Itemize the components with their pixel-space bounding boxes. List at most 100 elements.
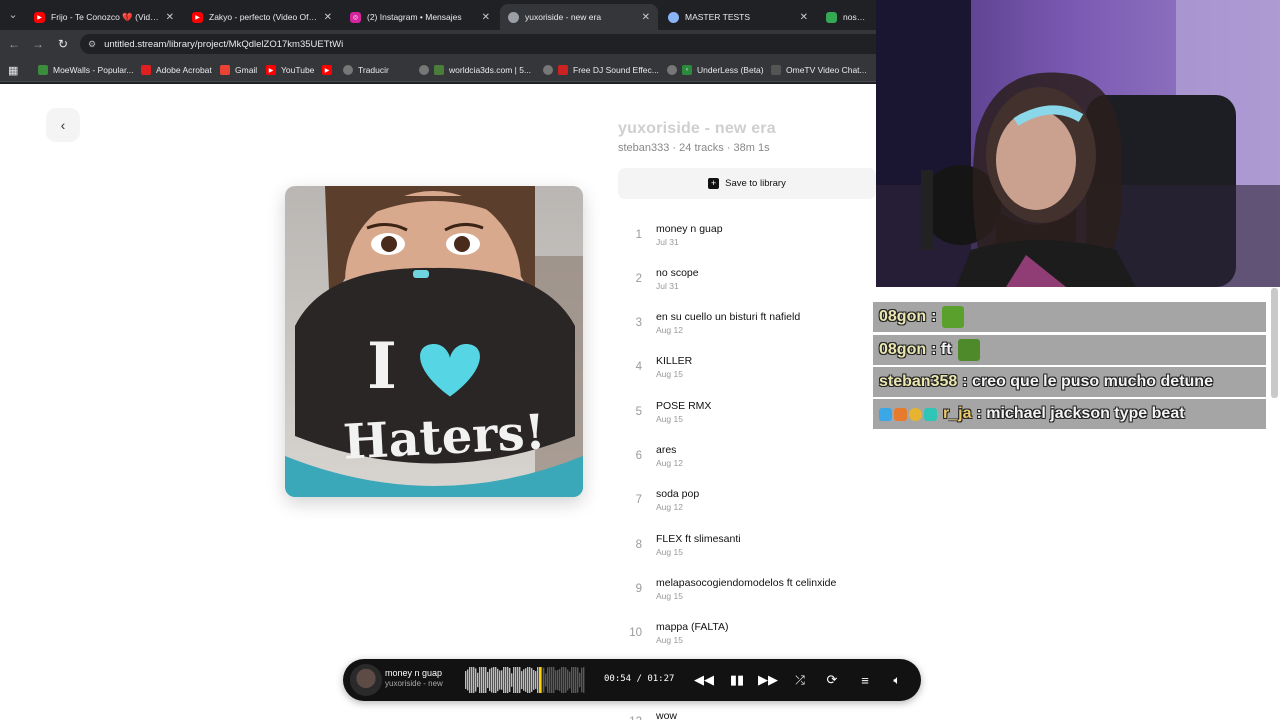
tab-zakyo[interactable]: ▶ Zakyo - perfecto (Video Oficial ✕ bbox=[184, 4, 340, 30]
tab-strip: ⌄ ▶ Frijo - Te Conozco 💔 (Video O ✕ ▶ Za… bbox=[0, 0, 876, 30]
waveform-bar bbox=[473, 667, 475, 693]
bookmark-free-dj[interactable]: Free DJ Sound Effec... bbox=[543, 63, 659, 77]
youtube-favicon-icon: ▶ bbox=[34, 11, 45, 23]
track-number: 2 bbox=[635, 273, 642, 285]
waveform-bar bbox=[561, 667, 563, 693]
bookmark-ometv[interactable]: OmeTV Video Chat... bbox=[771, 63, 867, 77]
chevron-left-icon: ‹ bbox=[60, 117, 66, 133]
track-number: 1 bbox=[635, 229, 642, 241]
waveform-bar bbox=[477, 672, 479, 688]
waveform-bar bbox=[525, 668, 527, 692]
bookmark-youtube[interactable]: ▶ YouTube bbox=[266, 63, 314, 77]
track-date: Jul 31 bbox=[656, 281, 679, 291]
volume-icon[interactable]: 🔈︎ bbox=[887, 670, 907, 690]
track-date: Aug 12 bbox=[656, 325, 683, 335]
tab-frijo[interactable]: ▶ Frijo - Te Conozco 💔 (Video O ✕ bbox=[26, 4, 182, 30]
shuffle-icon[interactable]: ⤮ bbox=[790, 670, 810, 690]
tab-close-icon[interactable]: ✕ bbox=[482, 12, 490, 23]
bookmark-label: worldcia3ds.com | 5... bbox=[449, 65, 532, 75]
track-title: KILLER bbox=[656, 355, 693, 367]
back-button[interactable]: ‹ bbox=[46, 108, 80, 142]
track-row[interactable]: 8FLEX ft slimesantiAug 15••• bbox=[618, 533, 876, 573]
tab-nose[interactable]: nose proc bbox=[818, 4, 876, 30]
tab-close-icon[interactable]: ✕ bbox=[324, 12, 332, 23]
track-number: 5 bbox=[635, 406, 642, 418]
tab-search-icon[interactable]: ⌄ bbox=[6, 8, 20, 22]
waveform-scrubber[interactable] bbox=[465, 667, 585, 693]
previous-icon[interactable]: ◀◀ bbox=[694, 670, 714, 690]
moewalls-icon bbox=[38, 65, 48, 75]
bookmark-gmail[interactable]: Gmail bbox=[220, 63, 257, 77]
chat-username: steban358 bbox=[879, 373, 958, 390]
stream-chat: 08gon : 08gon : ft steban358 : creo que … bbox=[873, 302, 1268, 432]
track-row[interactable]: 1 money n guap Jul 31 bbox=[618, 223, 876, 263]
track-row[interactable]: 9 melapasocogiendomodelos ft celinxide Aug… bbox=[618, 577, 876, 617]
bookmark-worldcia[interactable]: worldcia3ds.com | 5... bbox=[419, 63, 531, 77]
badge-icon bbox=[909, 407, 922, 421]
play-pause-icon[interactable]: ▮▮ bbox=[727, 670, 747, 690]
track-row[interactable]: 10mappa (FALTA)Aug 15••• bbox=[618, 621, 876, 661]
track-row[interactable]: 4 KILLER Aug 15 bbox=[618, 355, 876, 395]
tab-close-icon[interactable]: ✕ bbox=[642, 12, 650, 23]
back-arrow-icon[interactable]: ← bbox=[6, 36, 22, 52]
save-to-library-button[interactable]: + Save to library bbox=[618, 168, 876, 199]
track-row[interactable]: 5 POSE RMX Aug 15 bbox=[618, 400, 876, 440]
playhead[interactable] bbox=[539, 667, 542, 693]
track-number: 7 bbox=[635, 494, 642, 506]
track-date: Aug 15 bbox=[656, 547, 683, 557]
chat-text: : ft bbox=[931, 341, 952, 358]
waveform-bar bbox=[519, 667, 521, 693]
apps-grid-icon[interactable]: ▦ bbox=[8, 63, 18, 77]
instagram-favicon-icon: ◎ bbox=[350, 11, 361, 23]
chat-scrollbar[interactable] bbox=[1271, 288, 1278, 398]
bookmark-traducir[interactable]: Traducir bbox=[343, 63, 389, 77]
track-number: 8 bbox=[635, 539, 642, 551]
waveform-bar bbox=[481, 667, 483, 693]
waveform-bar bbox=[515, 667, 517, 693]
bookmark-underless[interactable]: ‹ UnderLess (Beta) bbox=[667, 63, 764, 77]
address-url[interactable]: untitled.stream/library/project/MkQdlelZ… bbox=[104, 39, 343, 50]
bookmark-youtube-2[interactable]: ▶ bbox=[322, 63, 337, 77]
reload-icon[interactable]: ↻ bbox=[55, 36, 71, 52]
tab-master-tests[interactable]: MASTER TESTS ✕ bbox=[660, 4, 816, 30]
waveform-bar bbox=[513, 667, 515, 693]
tab-close-icon[interactable]: ✕ bbox=[800, 12, 808, 23]
chat-message: r_ja : michael jackson type beat bbox=[873, 399, 1266, 429]
badge-icon bbox=[924, 407, 937, 421]
track-row[interactable]: 7soda popAug 12••• bbox=[618, 488, 876, 528]
waveform-bar bbox=[563, 667, 565, 693]
webcam-overlay bbox=[876, 0, 1280, 287]
queue-icon[interactable]: ≡ bbox=[855, 670, 875, 690]
track-title: en su cuello un bisturi ft nafield bbox=[656, 311, 801, 323]
project-title: yuxoriside - new era bbox=[618, 120, 776, 137]
worldcia-icon bbox=[434, 65, 444, 75]
forward-arrow-icon[interactable]: → bbox=[30, 36, 46, 52]
track-number: 6 bbox=[635, 450, 642, 462]
bookmarks-bar: ▦ MoeWalls - Popular... Adobe Acrobat Gm… bbox=[0, 58, 876, 82]
chat-username: 08gon bbox=[879, 341, 927, 358]
cover-text-haters: Haters! bbox=[342, 404, 547, 471]
track-row[interactable]: 2 no scope Jul 31 bbox=[618, 267, 876, 307]
site-info-icon[interactable]: ⚙ bbox=[88, 39, 96, 50]
player-cover-art[interactable] bbox=[350, 664, 382, 696]
bookmark-label: Free DJ Sound Effec... bbox=[573, 65, 659, 75]
project-meta: steban333 · 24 tracks · 38m 1s bbox=[618, 142, 770, 154]
browser-chrome: ⌄ ▶ Frijo - Te Conozco 💔 (Video O ✕ ▶ Za… bbox=[0, 0, 876, 84]
tab-instagram[interactable]: ◎ (2) Instagram • Mensajes ✕ bbox=[342, 4, 498, 30]
bookmark-acrobat[interactable]: Adobe Acrobat bbox=[141, 63, 212, 77]
track-row[interactable]: 3 en su cuello un bisturi ft nafield Aug 1… bbox=[618, 311, 876, 351]
track-row[interactable]: 12wow••• bbox=[618, 710, 876, 720]
repeat-icon[interactable]: ⟳ bbox=[822, 670, 842, 690]
bookmark-moewalls[interactable]: MoeWalls - Popular... bbox=[38, 63, 133, 77]
waveform-bar bbox=[491, 667, 493, 693]
tab-close-icon[interactable]: ✕ bbox=[166, 12, 174, 23]
track-row[interactable]: 6aresAug 12••• bbox=[618, 444, 876, 484]
tab-yuxoriside[interactable]: yuxoriside - new era ✕ bbox=[500, 4, 658, 30]
project-page: ‹ I Haters! yuxoriside - new era steban3… bbox=[0, 84, 876, 720]
waveform-bar bbox=[567, 669, 569, 691]
next-icon[interactable]: ▶▶ bbox=[758, 670, 778, 690]
address-bar[interactable]: ⚙ untitled.stream/library/project/MkQdle… bbox=[80, 34, 876, 54]
drive-favicon-icon bbox=[826, 11, 837, 23]
waveform-bar bbox=[485, 667, 487, 693]
track-title: POSE RMX bbox=[656, 400, 712, 412]
